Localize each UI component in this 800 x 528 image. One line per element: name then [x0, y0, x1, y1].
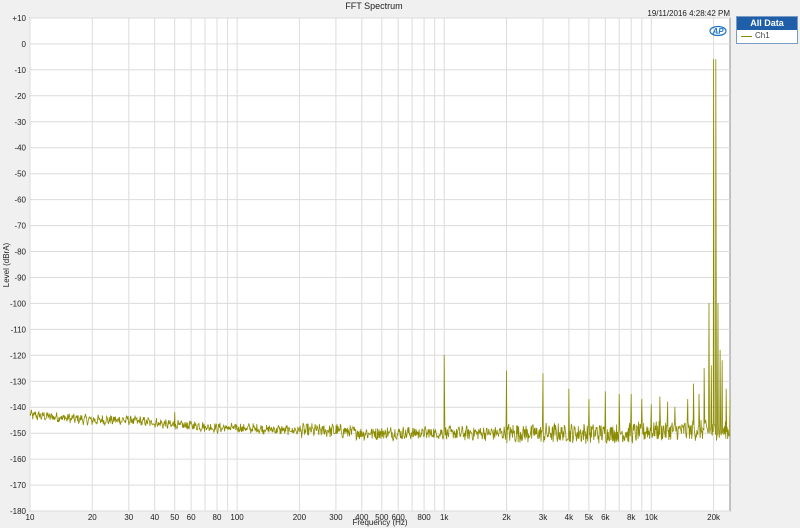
- peak-point: [588, 399, 590, 400]
- chart-timestamp: 19/11/2016 4:28:42 PM: [647, 9, 730, 18]
- x-tick-label: 8k: [627, 513, 636, 522]
- y-tick-label: -10: [14, 66, 26, 75]
- peak-point: [721, 360, 723, 361]
- peak-point: [713, 59, 714, 60]
- y-tick-label: -150: [10, 429, 27, 438]
- peak-point: [618, 393, 620, 395]
- y-axis-label: Level (dBrA): [2, 242, 11, 287]
- peak-point: [674, 406, 676, 408]
- legend-panel: All Data Ch1: [736, 16, 798, 44]
- x-tick-label: 30: [124, 513, 133, 522]
- x-tick-label: 10k: [645, 513, 659, 522]
- legend-header-all-data[interactable]: All Data: [737, 17, 797, 30]
- peak-point: [542, 373, 544, 374]
- peak-point: [687, 399, 689, 400]
- peak-point: [717, 303, 719, 304]
- x-tick-label: 60: [187, 513, 196, 522]
- legend-item-ch1[interactable]: Ch1: [737, 30, 797, 42]
- peak-point: [719, 349, 721, 351]
- peak-point: [693, 383, 694, 385]
- chart-title: FFT Spectrum: [345, 1, 402, 11]
- peak-point: [604, 391, 606, 393]
- peak-point: [568, 388, 570, 390]
- peak-point: [659, 396, 661, 398]
- x-tick-label: 800: [417, 513, 431, 522]
- y-tick-label: -50: [14, 170, 26, 179]
- x-tick-label: 1k: [440, 513, 449, 522]
- peak-point: [650, 404, 652, 406]
- x-tick-label: 20: [88, 513, 97, 522]
- y-tick-label: +10: [12, 14, 26, 23]
- x-tick-label: 3k: [539, 513, 548, 522]
- svg-text:AP: AP: [711, 27, 724, 36]
- x-tick-label: 80: [213, 513, 222, 522]
- y-tick-label: -30: [14, 118, 26, 127]
- legend-swatch-ch1: [741, 35, 752, 37]
- peak-point: [729, 399, 731, 400]
- y-tick-label: -90: [14, 274, 26, 283]
- x-tick-label: 200: [293, 513, 307, 522]
- peak-point: [641, 399, 643, 400]
- y-tick-label: -140: [10, 403, 27, 412]
- peak-point: [506, 370, 507, 372]
- x-tick-label: 4k: [565, 513, 574, 522]
- peak-point: [715, 59, 717, 60]
- x-tick-label: 6k: [601, 513, 610, 522]
- y-tick-label: -80: [14, 248, 26, 257]
- y-tick-label: -100: [10, 299, 27, 308]
- peak-point: [703, 367, 705, 369]
- y-tick-label: -70: [14, 222, 26, 231]
- peak-point: [443, 354, 445, 356]
- y-tick-label: -160: [10, 455, 27, 464]
- x-tick-label: 10: [26, 513, 35, 522]
- x-tick-label: 100: [230, 513, 244, 522]
- peak-point: [725, 388, 727, 390]
- peak-point: [630, 393, 632, 395]
- y-tick-label: -170: [10, 481, 27, 490]
- peak-point: [710, 365, 712, 367]
- x-tick-label: 5k: [585, 513, 594, 522]
- x-tick-label: 2k: [502, 513, 511, 522]
- peak-point: [698, 393, 700, 395]
- fft-spectrum-chart: FFT Spectrum 19/11/2016 4:28:42 PM 10 20 3…: [2, 1, 731, 527]
- y-tick-label: -180: [10, 507, 27, 516]
- y-tick-label: -40: [14, 144, 26, 153]
- peak-point: [708, 303, 710, 304]
- y-tick-label: -110: [11, 325, 27, 334]
- y-tick-label: -120: [10, 351, 27, 360]
- y-tick-label: -20: [14, 92, 26, 101]
- y-tick-label: -130: [10, 377, 27, 386]
- x-tick-label: 40: [150, 513, 159, 522]
- y-tick-label: 0: [22, 40, 27, 49]
- x-axis-label: Frequency (Hz): [352, 518, 407, 527]
- legend-label-ch1: Ch1: [755, 31, 770, 40]
- peak-point: [174, 412, 176, 413]
- peak-point: [667, 401, 669, 403]
- x-tick-label: 20k: [707, 513, 721, 522]
- x-tick-label: 50: [170, 513, 179, 522]
- x-tick-label: 300: [329, 513, 343, 522]
- y-tick-label: -60: [14, 196, 26, 205]
